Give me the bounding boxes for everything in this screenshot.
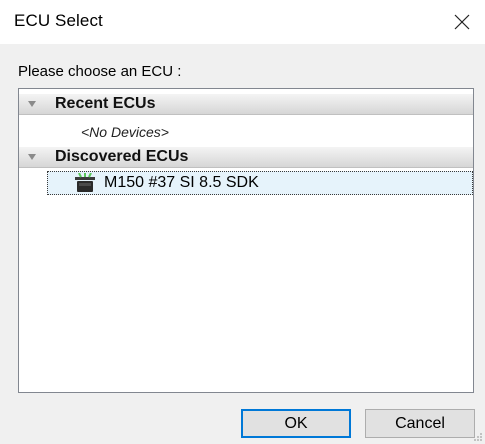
- group-header-discovered[interactable]: Discovered ECUs: [19, 146, 473, 168]
- collapse-triangle-icon[interactable]: [27, 99, 37, 109]
- no-devices-text: <No Devices>: [81, 124, 169, 140]
- ecu-device-icon: [75, 173, 95, 192]
- ecu-item-label: M150 #37 SI 8.5 SDK: [104, 174, 259, 191]
- ecu-tree-list[interactable]: Recent ECUs <No Devices> Discovered ECUs…: [18, 88, 474, 393]
- group-label-recent: Recent ECUs: [55, 95, 156, 112]
- cancel-button[interactable]: Cancel: [365, 409, 475, 438]
- close-icon: [454, 14, 470, 30]
- collapse-triangle-icon[interactable]: [27, 152, 37, 162]
- group-header-recent[interactable]: Recent ECUs: [19, 93, 473, 115]
- resize-grip-icon[interactable]: [473, 432, 483, 442]
- ok-button[interactable]: OK: [241, 409, 351, 438]
- ecu-select-dialog: ECU Select Please choose an ECU : Recent…: [0, 0, 485, 444]
- title-bar: ECU Select: [0, 0, 485, 44]
- ecu-list-item[interactable]: M150 #37 SI 8.5 SDK: [47, 171, 473, 195]
- prompt-label: Please choose an ECU :: [18, 63, 182, 80]
- close-button[interactable]: [439, 0, 485, 44]
- window-title: ECU Select: [14, 11, 103, 30]
- group-label-discovered: Discovered ECUs: [55, 148, 189, 165]
